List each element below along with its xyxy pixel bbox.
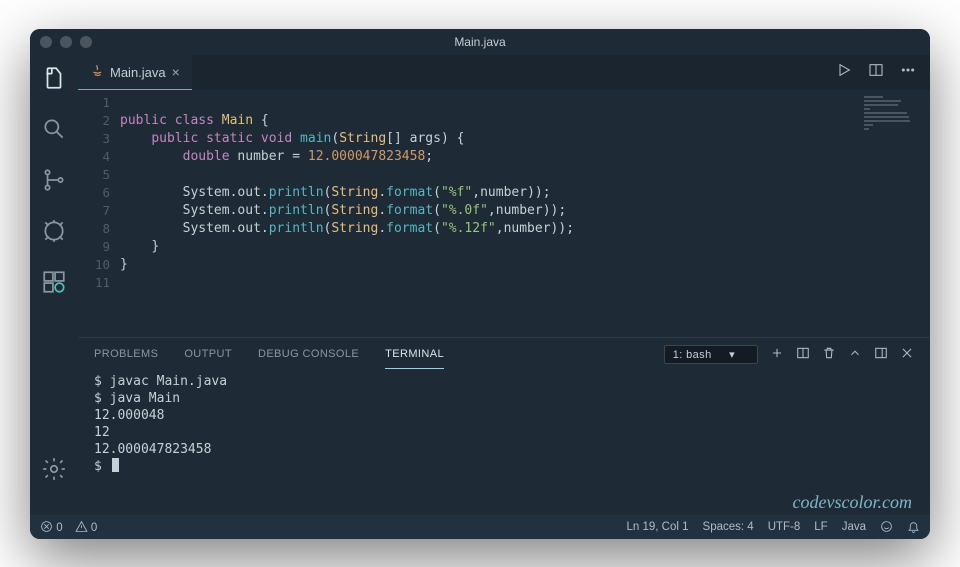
vscode-window: Main.java: [30, 29, 930, 539]
source-control-icon[interactable]: [41, 167, 67, 198]
extensions-icon[interactable]: [41, 269, 67, 300]
activity-bar: [30, 55, 78, 515]
status-encoding[interactable]: UTF-8: [768, 521, 801, 533]
debug-icon[interactable]: [41, 218, 67, 249]
search-icon[interactable]: [41, 116, 67, 147]
panel-tab-problems[interactable]: PROBLEMS: [94, 340, 158, 368]
more-actions-icon[interactable]: [900, 62, 916, 83]
panel-tab-debug[interactable]: DEBUG CONSOLE: [258, 340, 359, 368]
minimap[interactable]: [860, 90, 930, 337]
panel-tab-output[interactable]: OUTPUT: [184, 340, 232, 368]
maximize-panel-icon[interactable]: [848, 346, 862, 363]
terminal-line: $ javac Main.java: [94, 373, 914, 390]
status-eol[interactable]: LF: [814, 521, 827, 533]
terminal-line: 12: [94, 424, 914, 441]
terminal[interactable]: $ javac Main.java $ java Main 12.000048 …: [78, 371, 930, 515]
settings-gear-icon[interactable]: [41, 456, 67, 487]
status-feedback-icon[interactable]: [880, 520, 893, 534]
tab-close-icon[interactable]: ×: [172, 64, 180, 80]
panel-tabs: PROBLEMS OUTPUT DEBUG CONSOLE TERMINAL 1…: [78, 338, 930, 371]
terminal-line: $ java Main: [94, 390, 914, 407]
line-number-gutter: 1 2 3 4 5 6 7 8 9 10 11: [78, 90, 120, 337]
code-editor[interactable]: 1 2 3 4 5 6 7 8 9 10 11 public class Mai…: [78, 90, 930, 337]
status-indent[interactable]: Spaces: 4: [703, 521, 754, 533]
terminal-line: $: [94, 458, 914, 475]
bottom-panel: PROBLEMS OUTPUT DEBUG CONSOLE TERMINAL 1…: [78, 337, 930, 515]
terminal-line: 12.000048: [94, 407, 914, 424]
panel-tab-terminal[interactable]: TERMINAL: [385, 340, 444, 369]
status-bar: 0 0 Ln 19, Col 1 Spaces: 4 UTF-8 LF Java: [30, 515, 930, 539]
run-icon[interactable]: [836, 62, 852, 83]
window-title: Main.java: [30, 35, 930, 49]
tab-main-java[interactable]: Main.java ×: [78, 55, 192, 90]
panel-actions: 1: bash ▾: [664, 345, 914, 364]
trash-terminal-icon[interactable]: [822, 346, 836, 363]
editor-tabs: Main.java ×: [78, 55, 930, 90]
watermark: codevscolor.com: [793, 494, 912, 511]
window-body: Main.java × 1 2 3 4 5 6 7: [30, 55, 930, 515]
terminal-cursor: [112, 458, 119, 472]
editor-group: Main.java × 1 2 3 4 5 6 7: [78, 55, 930, 515]
status-language[interactable]: Java: [842, 521, 866, 533]
explorer-icon[interactable]: [41, 65, 67, 96]
split-editor-icon[interactable]: [868, 62, 884, 83]
editor-actions: [836, 55, 930, 90]
tab-label: Main.java: [110, 65, 166, 80]
status-bell-icon[interactable]: [907, 520, 920, 534]
status-warnings[interactable]: 0: [75, 520, 98, 534]
split-terminal-icon[interactable]: [796, 346, 810, 363]
close-panel-icon[interactable]: [900, 346, 914, 363]
terminal-line: 12.000047823458: [94, 441, 914, 458]
code-content[interactable]: public class Main { public static void m…: [120, 90, 860, 337]
new-terminal-icon[interactable]: [770, 346, 784, 363]
titlebar: Main.java: [30, 29, 930, 55]
panel-position-icon[interactable]: [874, 346, 888, 363]
terminal-selector[interactable]: 1: bash ▾: [664, 345, 758, 364]
status-errors[interactable]: 0: [40, 520, 63, 534]
java-file-icon: [90, 64, 104, 81]
status-line-col[interactable]: Ln 19, Col 1: [627, 521, 689, 533]
